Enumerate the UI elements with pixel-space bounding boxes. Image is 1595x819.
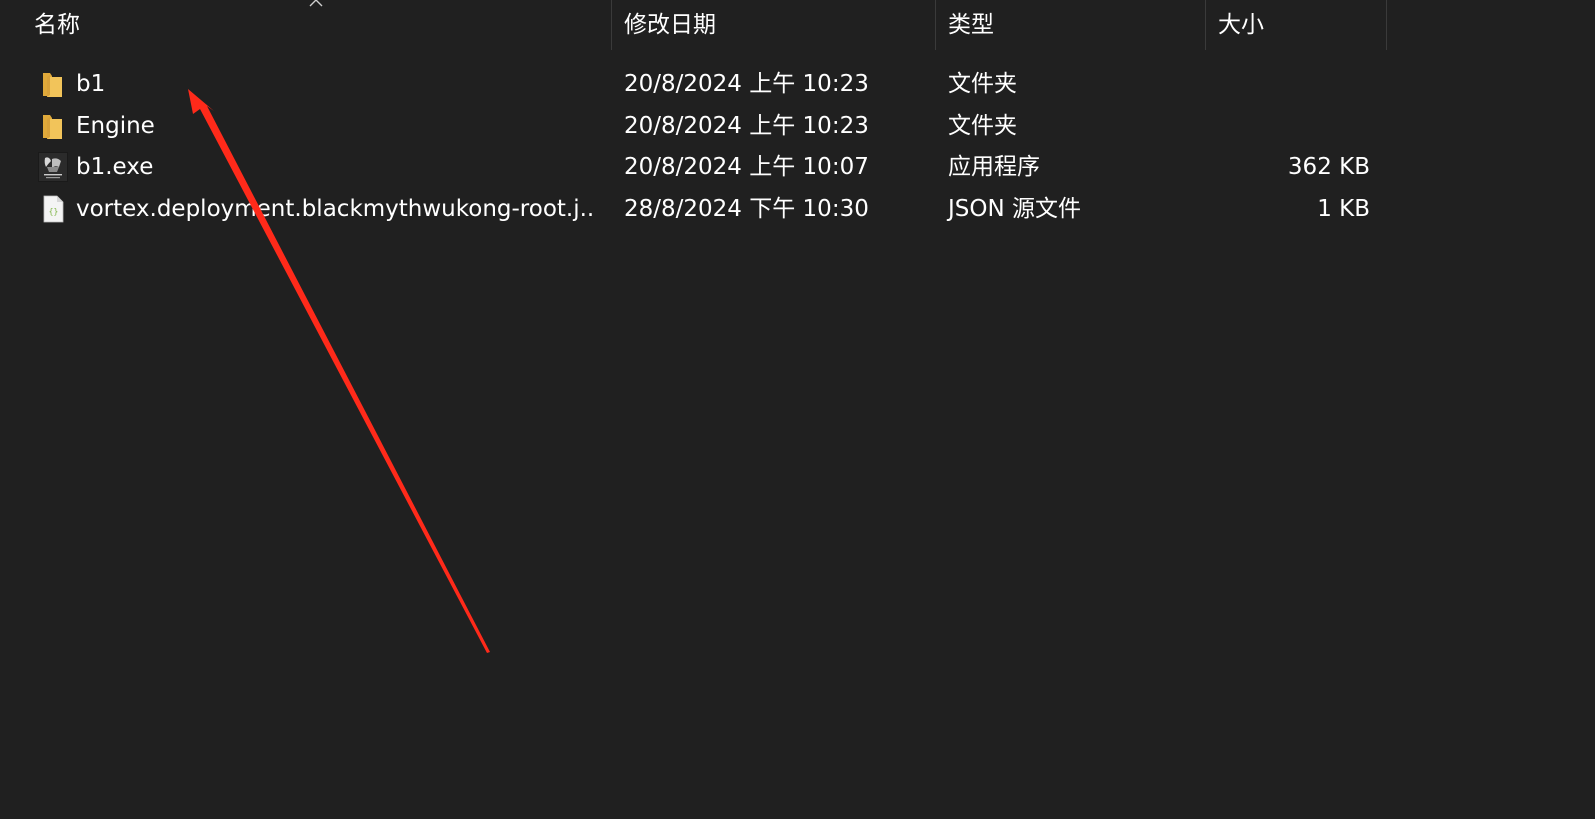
file-name: vortex.deployment.blackmythwukong-root.j… (76, 195, 596, 222)
file-size (1200, 64, 1370, 106)
file-row-engine[interactable]: Engine 20/8/2024 上午 10:23 文件夹 (0, 106, 1380, 148)
file-size (1200, 106, 1370, 148)
file-modified: 20/8/2024 上午 10:23 (624, 71, 869, 97)
file-type: 文件夹 (948, 112, 1017, 139)
file-row-b1[interactable]: b1 20/8/2024 上午 10:23 文件夹 (0, 64, 1380, 106)
file-list: b1 20/8/2024 上午 10:23 文件夹 Engine 20/8/20… (0, 64, 1595, 230)
file-name: b1 (76, 71, 106, 97)
column-header-modified-label: 修改日期 (624, 12, 716, 38)
folder-icon (43, 73, 62, 97)
file-name: Engine (76, 112, 155, 139)
wukong-app-icon (38, 152, 68, 182)
file-name: b1.exe (76, 154, 154, 180)
file-size: 1 KB (1317, 195, 1370, 222)
column-header-size-label: 大小 (1218, 12, 1264, 38)
file-row-vortex-json[interactable]: {} vortex.deployment.blackmythwukong-roo… (0, 189, 1380, 231)
file-type: 应用程序 (948, 154, 1040, 180)
column-header-modified[interactable]: 修改日期 (612, 0, 935, 50)
svg-text:{}: {} (49, 207, 59, 216)
file-type: 文件夹 (948, 71, 1017, 97)
file-modified: 28/8/2024 下午 10:30 (624, 195, 869, 222)
sort-ascending-icon (309, 0, 323, 7)
file-row-b1-exe[interactable]: b1.exe 20/8/2024 上午 10:07 应用程序 362 KB (0, 147, 1380, 189)
column-header-type[interactable]: 类型 (936, 0, 1205, 50)
file-explorer-details-view: 名称 修改日期 类型 大小 b1 20/8/2024 上午 10:23 文件夹 … (0, 0, 1595, 819)
folder-icon (43, 114, 62, 139)
file-modified: 20/8/2024 上午 10:23 (624, 112, 869, 139)
column-header-size[interactable]: 大小 (1206, 0, 1386, 50)
column-divider[interactable] (1386, 0, 1387, 50)
json-file-icon: {} (43, 195, 64, 222)
file-size: 362 KB (1287, 154, 1370, 180)
file-modified: 20/8/2024 上午 10:07 (624, 154, 869, 180)
column-header-bar: 名称 修改日期 类型 大小 (0, 0, 1595, 50)
column-header-name-label: 名称 (34, 12, 80, 38)
file-type: JSON 源文件 (948, 195, 1082, 222)
column-header-type-label: 类型 (948, 12, 994, 38)
